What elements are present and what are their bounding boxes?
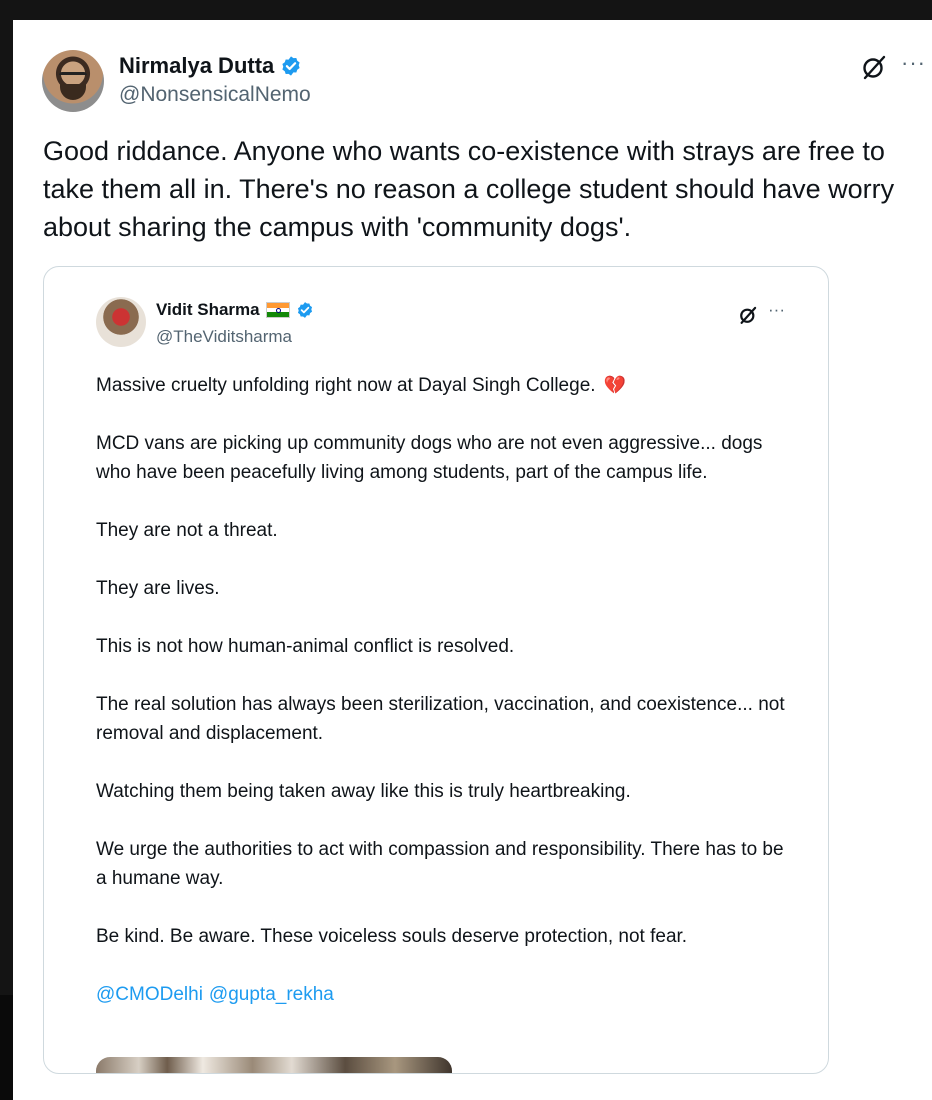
quoted-more-options-icon[interactable]: ··· bbox=[768, 301, 785, 318]
quoted-author-handle[interactable]: @TheViditsharma bbox=[156, 327, 292, 347]
quoted-author-name[interactable]: Vidit Sharma bbox=[156, 300, 260, 320]
mention-link[interactable]: @gupta_rekha bbox=[209, 984, 334, 1005]
edge-shadow bbox=[0, 995, 13, 1100]
india-flag-icon bbox=[265, 302, 290, 318]
quoted-paragraph-text: Massive cruelty unfolding right now at D… bbox=[96, 375, 596, 396]
author-name-row: Nirmalya Dutta bbox=[119, 53, 302, 79]
author-name[interactable]: Nirmalya Dutta bbox=[119, 53, 274, 79]
more-options-icon[interactable]: ··· bbox=[901, 52, 926, 74]
quoted-paragraph: MCD vans are picking up community dogs w… bbox=[96, 433, 763, 483]
edge-artifact bbox=[0, 706, 11, 732]
quoted-media-thumbnail[interactable] bbox=[96, 1057, 452, 1073]
quoted-paragraph: They are not a threat. bbox=[96, 520, 278, 541]
quoted-verified-badge-icon[interactable] bbox=[296, 301, 314, 319]
quoted-paragraph: We urge the authorities to act with comp… bbox=[96, 839, 784, 889]
tweet-text: Good riddance. Anyone who wants co-exist… bbox=[43, 136, 895, 242]
quoted-author-avatar[interactable] bbox=[96, 297, 146, 347]
avatar-beard bbox=[60, 84, 86, 100]
quoted-tweet-body: Massive cruelty unfolding right now at D… bbox=[96, 371, 796, 1038]
broken-heart-icon: 💔 bbox=[603, 375, 626, 395]
quoted-paragraph: They are lives. bbox=[96, 578, 220, 599]
quoted-grok-icon[interactable] bbox=[738, 305, 758, 325]
tweet-card[interactable]: Nirmalya Dutta @NonsensicalNemo ··· Good… bbox=[13, 20, 932, 1100]
mention-link[interactable]: @CMODelhi bbox=[96, 984, 203, 1005]
verified-badge-icon[interactable] bbox=[280, 55, 302, 77]
quoted-paragraph: Massive cruelty unfolding right now at D… bbox=[96, 371, 796, 400]
quoted-paragraph: The real solution has always been steril… bbox=[96, 694, 785, 744]
grok-icon[interactable] bbox=[860, 53, 888, 81]
quoted-paragraph: Watching them being taken away like this… bbox=[96, 781, 631, 802]
quoted-paragraph: Be kind. Be aware. These voiceless souls… bbox=[96, 926, 688, 947]
author-avatar[interactable] bbox=[42, 50, 104, 112]
author-handle[interactable]: @NonsensicalNemo bbox=[119, 83, 311, 107]
avatar-glasses bbox=[59, 72, 87, 83]
quoted-tweet[interactable]: Vidit Sharma @TheViditsharma ··· Massive… bbox=[43, 266, 829, 1074]
quoted-paragraph: This is not how human-animal conflict is… bbox=[96, 636, 515, 657]
quoted-author-name-row: Vidit Sharma bbox=[156, 300, 314, 320]
mentions-line: @CMODelhi @gupta_rekha bbox=[96, 980, 796, 1009]
